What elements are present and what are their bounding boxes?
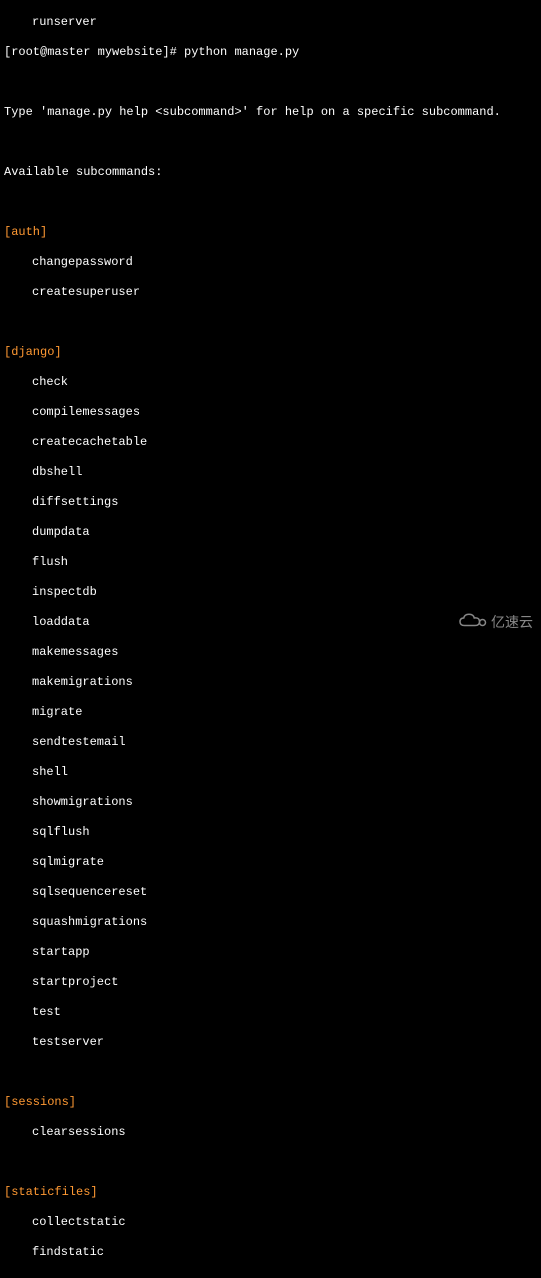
blank <box>4 195 537 210</box>
cmd-startproject: startproject <box>4 975 537 990</box>
blank <box>4 135 537 150</box>
cmd-shell: shell <box>4 765 537 780</box>
blank <box>4 1065 537 1080</box>
section-django: [django] <box>4 345 537 360</box>
cmd-createcachetable: createcachetable <box>4 435 537 450</box>
cmd-flush: flush <box>4 555 537 570</box>
cmd-startapp: startapp <box>4 945 537 960</box>
cmd-showmigrations: showmigrations <box>4 795 537 810</box>
cmd-sqlmigrate: sqlmigrate <box>4 855 537 870</box>
cmd-makemessages: makemessages <box>4 645 537 660</box>
cmd-createsuperuser: createsuperuser <box>4 285 537 300</box>
help-text: Type 'manage.py help <subcommand>' for h… <box>4 105 537 120</box>
cmd-dumpdata: dumpdata <box>4 525 537 540</box>
watermark: 亿速云 <box>457 612 533 633</box>
blank <box>4 315 537 330</box>
watermark-text: 亿速云 <box>491 615 533 630</box>
cmd-check: check <box>4 375 537 390</box>
shell-prompt: [root@master mywebsite]# python manage.p… <box>4 45 537 60</box>
cmd-sendtestemail: sendtestemail <box>4 735 537 750</box>
blank <box>4 1155 537 1170</box>
section-sessions: [sessions] <box>4 1095 537 1110</box>
cmd-runserver-top: runserver <box>4 15 537 30</box>
section-staticfiles: [staticfiles] <box>4 1185 537 1200</box>
cmd-runserver: runserver <box>4 1275 537 1278</box>
cloud-icon <box>457 612 487 633</box>
cmd-test: test <box>4 1005 537 1020</box>
available-text: Available subcommands: <box>4 165 537 180</box>
section-auth: [auth] <box>4 225 537 240</box>
cmd-sqlsequencereset: sqlsequencereset <box>4 885 537 900</box>
cmd-squashmigrations: squashmigrations <box>4 915 537 930</box>
cmd-dbshell: dbshell <box>4 465 537 480</box>
cmd-makemigrations: makemigrations <box>4 675 537 690</box>
cmd-inspectdb: inspectdb <box>4 585 537 600</box>
blank <box>4 75 537 90</box>
cmd-clearsessions: clearsessions <box>4 1125 537 1140</box>
cmd-sqlflush: sqlflush <box>4 825 537 840</box>
cmd-findstatic: findstatic <box>4 1245 537 1260</box>
cmd-diffsettings: diffsettings <box>4 495 537 510</box>
cmd-compilemessages: compilemessages <box>4 405 537 420</box>
cmd-migrate: migrate <box>4 705 537 720</box>
terminal-output: runserver [root@master mywebsite]# pytho… <box>0 0 541 1278</box>
cmd-changepassword: changepassword <box>4 255 537 270</box>
cmd-testserver: testserver <box>4 1035 537 1050</box>
cmd-collectstatic: collectstatic <box>4 1215 537 1230</box>
